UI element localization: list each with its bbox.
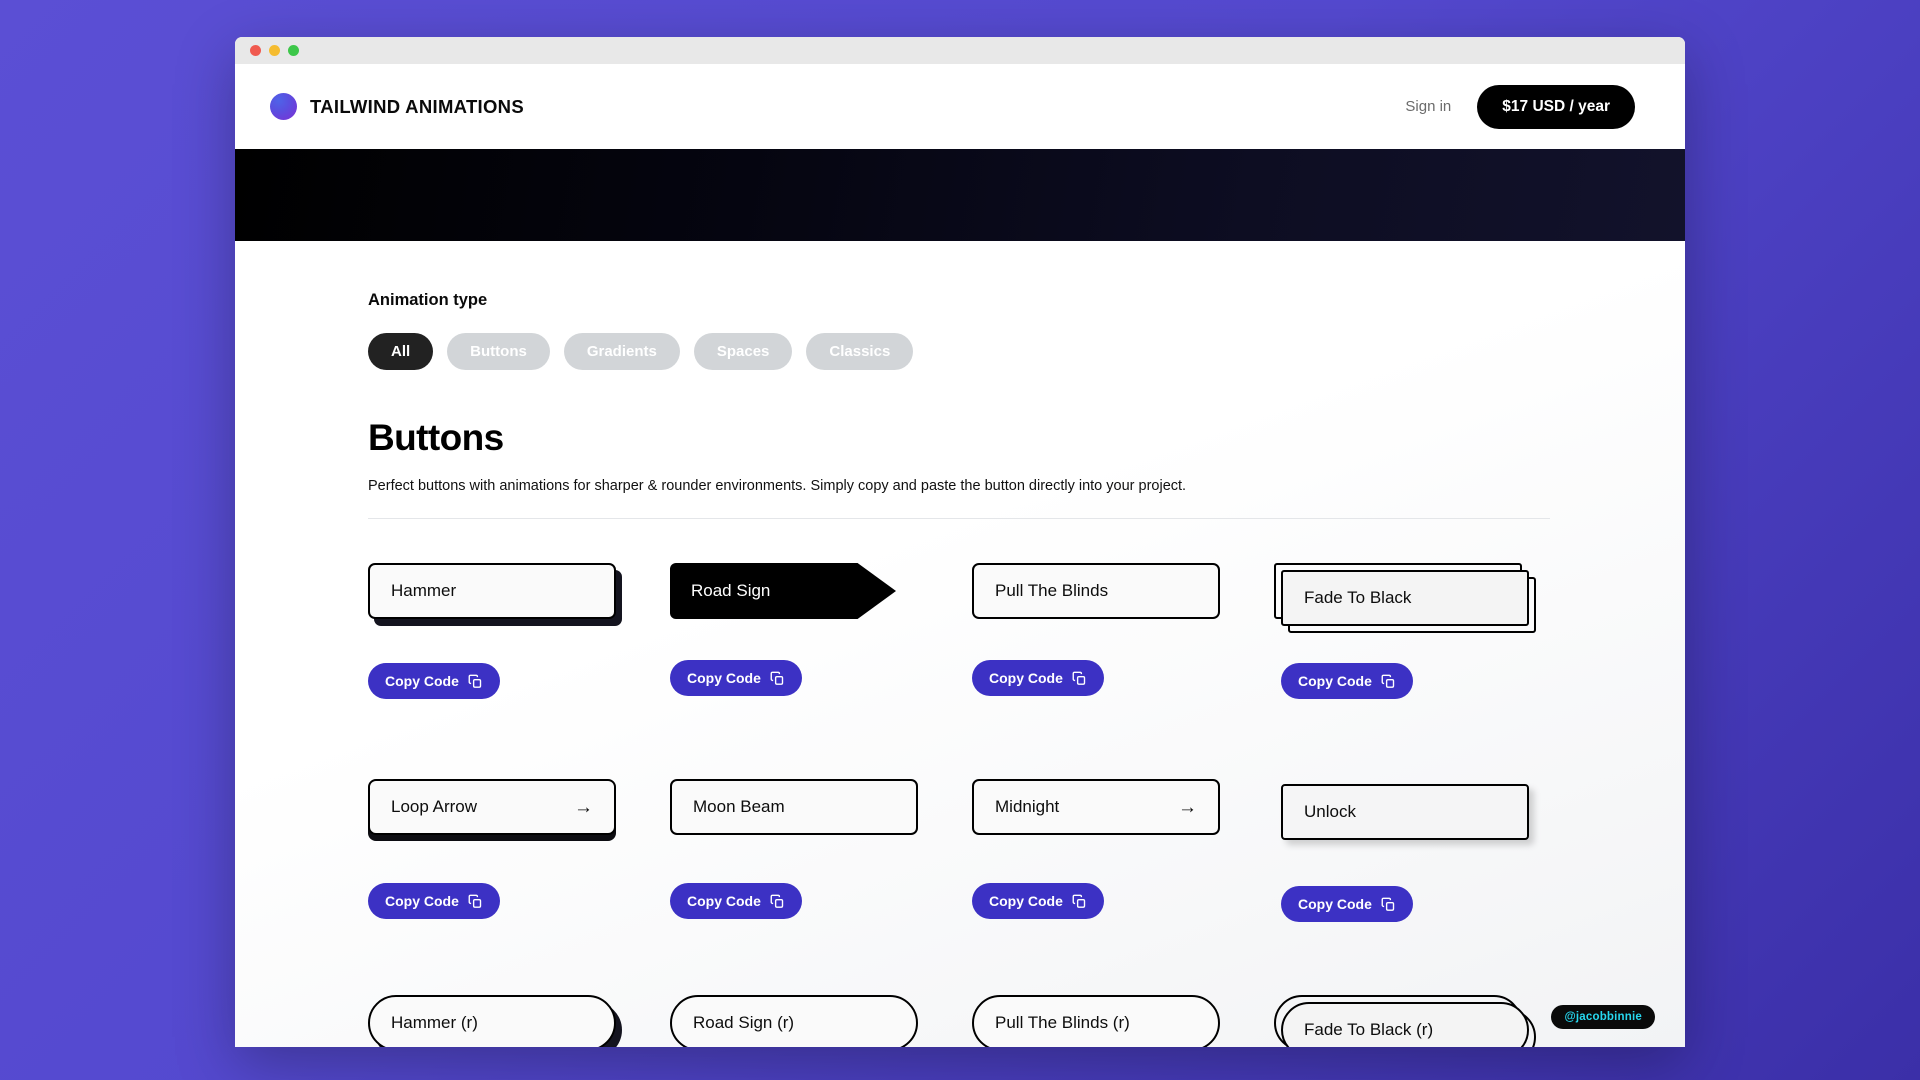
demo-button-label: Moon Beam — [693, 797, 785, 816]
demo-cell: Fade To Black Copy Code — [1274, 563, 1576, 779]
price-cta-button[interactable]: $17 USD / year — [1477, 84, 1635, 129]
filter-pill-row: All Buttons Gradients Spaces Classics — [368, 333, 1625, 370]
demo-cell: Moon Beam Copy Code — [670, 779, 972, 995]
clipboard-copy-icon — [1072, 894, 1086, 908]
copy-code-button[interactable]: Copy Code — [368, 883, 500, 919]
demo-button-label: Road Sign (r) — [693, 1013, 795, 1032]
clipboard-copy-icon — [1381, 897, 1395, 911]
copy-code-button[interactable]: Copy Code — [670, 883, 802, 919]
demo-button-fade-to-black[interactable]: Fade To Black — [1281, 570, 1529, 626]
demo-button-label: Road Sign — [691, 581, 771, 600]
hero-banner — [235, 149, 1685, 241]
demo-cell: Fade To Black (r) — [1274, 995, 1576, 1047]
demo-cell: Loop Arrow → Copy Code — [368, 779, 670, 995]
browser-titlebar — [235, 37, 1685, 64]
clipboard-copy-icon — [468, 674, 482, 688]
copy-code-label: Copy Code — [687, 670, 761, 686]
copy-code-label: Copy Code — [1298, 896, 1372, 912]
close-window-button[interactable] — [250, 45, 261, 56]
clipboard-copy-icon — [770, 671, 784, 685]
demo-button-loop-arrow[interactable]: Loop Arrow → — [368, 779, 616, 835]
copy-code-button[interactable]: Copy Code — [1281, 886, 1413, 922]
demo-button-road-sign-r[interactable]: Road Sign (r) — [670, 995, 918, 1047]
demo-button-midnight[interactable]: Midnight → — [972, 779, 1220, 835]
copy-code-label: Copy Code — [989, 670, 1063, 686]
copy-code-button[interactable]: Copy Code — [368, 663, 500, 699]
demo-cell: Hammer Copy Code — [368, 563, 670, 779]
demo-button-label: Midnight — [995, 797, 1060, 816]
filter-pill-gradients[interactable]: Gradients — [563, 333, 680, 370]
clipboard-copy-icon — [770, 894, 784, 908]
copy-code-button[interactable]: Copy Code — [1281, 663, 1413, 699]
site-header: TAILWIND ANIMATIONS Sign in $17 USD / ye… — [235, 64, 1685, 149]
clipboard-copy-icon — [1072, 671, 1086, 685]
demo-button-label: Unlock — [1304, 802, 1356, 821]
copy-code-button[interactable]: Copy Code — [972, 883, 1104, 919]
clipboard-copy-icon — [1381, 674, 1395, 688]
demo-cell: Midnight → Copy Code — [972, 779, 1274, 995]
brand[interactable]: TAILWIND ANIMATIONS — [270, 93, 524, 120]
demo-button-label: Pull The Blinds (r) — [995, 1013, 1130, 1032]
demo-button-roadsign-wrap: Road Sign — [670, 563, 918, 619]
copy-code-label: Copy Code — [385, 673, 459, 689]
demo-cell: Pull The Blinds Copy Code — [972, 563, 1274, 779]
demo-button-hammer-r[interactable]: Hammer (r) — [368, 995, 616, 1047]
header-actions: Sign in $17 USD / year — [1405, 84, 1635, 129]
demo-button-moon-beam[interactable]: Moon Beam — [670, 779, 918, 835]
demo-cell: Road Sign Copy Code — [670, 563, 972, 779]
browser-window: TAILWIND ANIMATIONS Sign in $17 USD / ye… — [235, 37, 1685, 1047]
arrow-right-icon: → — [1178, 796, 1197, 818]
filter-pill-spaces[interactable]: Spaces — [693, 333, 793, 370]
demo-button-road-sign[interactable]: Road Sign — [670, 563, 896, 619]
section-description: Perfect buttons with animations for shar… — [368, 478, 1187, 494]
filter-label: Animation type — [368, 291, 488, 309]
minimize-window-button[interactable] — [269, 45, 280, 56]
copy-code-button[interactable]: Copy Code — [670, 660, 802, 696]
demo-button-label: Hammer (r) — [391, 1013, 478, 1032]
demo-cell: Road Sign (r) — [670, 995, 972, 1047]
filter-pill-classics[interactable]: Classics — [806, 333, 914, 370]
brand-title: TAILWIND ANIMATIONS — [310, 95, 524, 117]
demo-button-pull-the-blinds[interactable]: Pull The Blinds — [972, 563, 1220, 619]
watermark-badge[interactable]: @jacobbinnie — [1551, 1005, 1655, 1029]
demo-button-pull-the-blinds-r[interactable]: Pull The Blinds (r) — [972, 995, 1220, 1047]
demo-button-label: Loop Arrow — [391, 797, 477, 816]
copy-code-label: Copy Code — [989, 893, 1063, 909]
demo-button-label: Fade To Black (r) — [1304, 1020, 1434, 1039]
copy-code-label: Copy Code — [385, 893, 459, 909]
demo-grid: Hammer Copy Code Road Sign Copy Code Pul… — [368, 563, 1625, 1047]
demo-button-fade-to-black-r[interactable]: Fade To Black (r) — [1281, 1002, 1529, 1047]
filter-pill-all[interactable]: All — [368, 333, 434, 370]
clipboard-copy-icon — [468, 894, 482, 908]
demo-cell: Hammer (r) — [368, 995, 670, 1047]
demo-button-label: Pull The Blinds — [995, 581, 1109, 600]
divider — [368, 518, 1550, 519]
demo-button-label: Fade To Black — [1304, 588, 1412, 607]
maximize-window-button[interactable] — [288, 45, 299, 56]
copy-code-label: Copy Code — [1298, 673, 1372, 689]
arrow-right-icon: → — [574, 796, 593, 818]
filter-pill-buttons[interactable]: Buttons — [447, 333, 550, 370]
demo-button-hammer[interactable]: Hammer — [368, 563, 616, 619]
copy-code-label: Copy Code — [687, 893, 761, 909]
demo-button-unlock[interactable]: Unlock — [1281, 784, 1529, 840]
page-title: Buttons — [368, 417, 504, 458]
sign-in-link[interactable]: Sign in — [1405, 98, 1451, 115]
demo-cell: Pull The Blinds (r) — [972, 995, 1274, 1047]
main-content: Animation type All Buttons Gradients Spa… — [235, 241, 1685, 1047]
copy-code-button[interactable]: Copy Code — [972, 660, 1104, 696]
demo-cell: Unlock Copy Code — [1274, 779, 1576, 995]
logo-icon — [270, 93, 297, 120]
demo-button-label: Hammer — [391, 581, 457, 600]
